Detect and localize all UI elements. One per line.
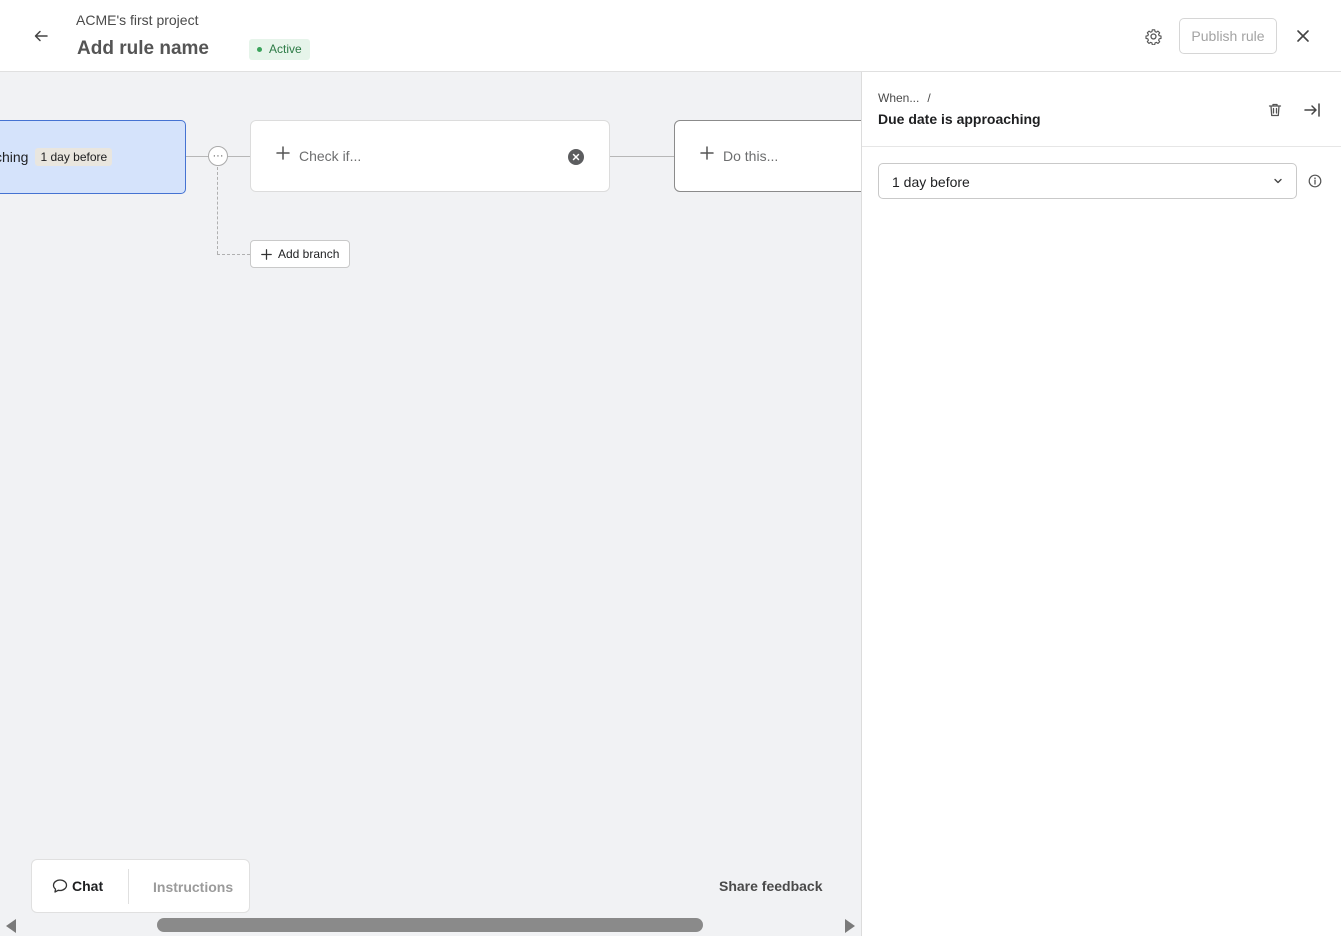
close-icon xyxy=(1297,30,1309,42)
back-button[interactable] xyxy=(26,22,56,50)
tab-chat[interactable]: Chat xyxy=(52,878,103,894)
share-feedback-link[interactable]: Share feedback xyxy=(719,878,823,894)
scroll-right-arrow-icon[interactable] xyxy=(845,919,855,933)
trigger-label: ching xyxy=(0,149,29,165)
close-icon xyxy=(572,153,580,161)
close-button[interactable] xyxy=(1290,23,1316,49)
panel-title: Due date is approaching xyxy=(878,111,1041,127)
chat-bubble-icon xyxy=(52,879,68,893)
plus-icon xyxy=(276,146,290,160)
scrollbar-thumb[interactable] xyxy=(157,918,703,932)
collapse-panel-button[interactable] xyxy=(1300,98,1324,122)
status-badge: Active xyxy=(249,39,310,60)
collapse-right-icon xyxy=(1304,103,1320,117)
tab-chat-label: Chat xyxy=(72,878,104,894)
horizontal-scrollbar[interactable] xyxy=(0,914,861,936)
breadcrumb-separator: / xyxy=(927,91,931,105)
settings-button[interactable] xyxy=(1140,23,1166,49)
scroll-left-arrow-icon[interactable] xyxy=(6,919,16,933)
panel-header: When... / Due date is approaching xyxy=(862,72,1341,147)
do-this-node[interactable]: Do this... xyxy=(674,120,861,192)
rule-canvas[interactable]: ching 1 day before ··· Check if... Do th… xyxy=(0,72,861,936)
do-this-label: Do this... xyxy=(723,148,779,164)
publish-rule-button[interactable]: Publish rule xyxy=(1179,18,1277,54)
plus-icon xyxy=(261,248,272,260)
connector-line xyxy=(610,156,674,157)
trigger-node[interactable]: ching 1 day before xyxy=(0,120,186,194)
remove-condition-button[interactable] xyxy=(568,149,584,165)
top-header: ACME's first project Add rule name Activ… xyxy=(0,0,1341,72)
check-if-label: Check if... xyxy=(299,148,362,164)
more-options-button[interactable]: ··· xyxy=(208,146,228,166)
project-name[interactable]: ACME's first project xyxy=(76,12,198,28)
branch-connector xyxy=(217,167,218,254)
trigger-chip: 1 day before xyxy=(35,148,113,166)
delete-trigger-button[interactable] xyxy=(1263,98,1287,122)
days-before-select[interactable]: 1 day before xyxy=(878,163,1297,199)
arrow-left-icon xyxy=(34,30,48,42)
info-icon xyxy=(1308,174,1322,188)
breadcrumb: When... / xyxy=(878,91,931,105)
chevron-down-icon xyxy=(1274,178,1282,184)
plus-icon xyxy=(700,146,714,160)
add-branch-button[interactable]: Add branch xyxy=(250,240,350,268)
trigger-details-panel: When... / Due date is approaching 1 day b… xyxy=(861,72,1341,936)
rule-name-field[interactable]: Add rule name xyxy=(77,38,209,60)
add-branch-label: Add branch xyxy=(278,247,340,261)
trash-icon xyxy=(1268,103,1282,117)
tab-divider xyxy=(128,869,129,904)
assistant-tabs: Chat Instructions xyxy=(31,859,250,913)
breadcrumb-item[interactable]: When... xyxy=(878,91,919,105)
branch-connector xyxy=(217,254,250,255)
tab-instructions[interactable]: Instructions xyxy=(153,879,233,895)
check-if-node[interactable]: Check if... xyxy=(250,120,610,192)
select-value: 1 day before xyxy=(892,174,970,190)
info-button[interactable] xyxy=(1307,173,1323,189)
gear-icon xyxy=(1144,28,1162,45)
